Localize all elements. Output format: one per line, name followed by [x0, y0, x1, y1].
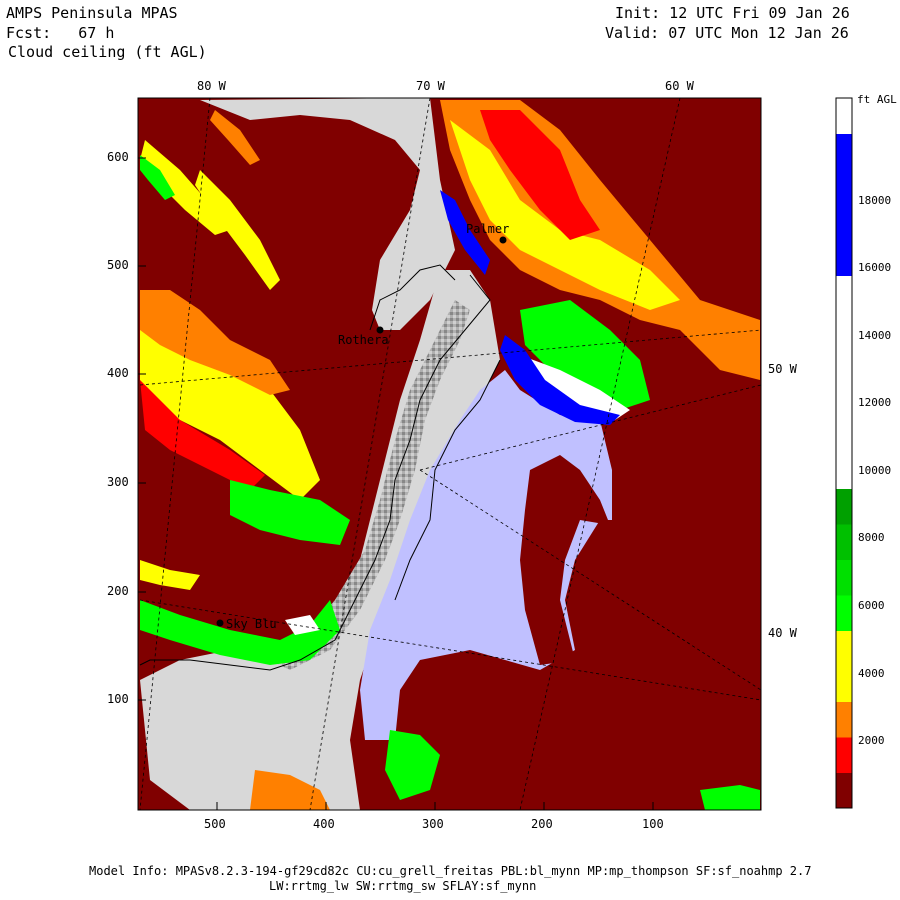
colorbar-unit: ft AGL: [857, 93, 897, 106]
y-tick-200: 200: [107, 584, 129, 598]
x-tick-200: 200: [531, 817, 553, 831]
colorbar-label-10000: 10000: [858, 464, 892, 477]
colorbar-segment: [836, 488, 852, 525]
sky-blu-marker: [216, 619, 224, 627]
colorbar-segment: [836, 311, 852, 347]
lon-label-70w: 70 W: [416, 79, 445, 93]
cloud-ceiling-map: [137, 97, 853, 811]
colorbar-label-4000: 4000: [858, 667, 885, 680]
y-tick-100: 100: [107, 692, 129, 706]
colorbar-segment: [836, 169, 852, 205]
colorbar-label-18000: 18000: [858, 194, 892, 207]
y-tick-300: 300: [107, 475, 129, 489]
colorbar-segment: [836, 737, 852, 773]
colorbar-segment: [836, 204, 852, 241]
lon-label-60w: 60 W: [665, 79, 694, 93]
place-label-rothera: Rothera: [338, 333, 389, 347]
colorbar-label-14000: 14000: [858, 329, 892, 342]
colorbar-label-6000: 6000: [858, 599, 885, 612]
x-tick-100: 100: [642, 817, 664, 831]
colorbar-segment: [836, 559, 852, 596]
colorbar-label-8000: 8000: [858, 531, 885, 544]
lon-label-50w: 50 W: [768, 362, 797, 376]
model-info-line2: LW:rrtmg_lw SW:rrtmg_sw SFLAY:sf_mynn: [269, 879, 537, 893]
colorbar-segment: [836, 346, 852, 383]
colorbar-segment: [836, 524, 852, 560]
place-label-palmer: Palmer: [466, 222, 510, 236]
colorbar-segment: [836, 701, 852, 738]
y-tick-400: 400: [107, 366, 129, 380]
colorbar-segment: [836, 666, 852, 702]
colorbar-segment: [836, 595, 852, 631]
colorbar-segment: [836, 453, 852, 489]
colorbar-segment: [836, 772, 852, 809]
y-tick-500: 500: [107, 258, 129, 272]
place-label-sky-blu: Sky Blu: [226, 617, 277, 631]
colorbar-segment: [836, 417, 852, 454]
x-tick-300: 300: [422, 817, 444, 831]
colorbar-segment: [836, 630, 852, 667]
colorbar-segment: [836, 275, 852, 312]
colorbar-segment: [836, 133, 852, 170]
x-tick-400: 400: [313, 817, 335, 831]
colorbar-label-12000: 12000: [858, 396, 892, 409]
colorbar-segment: [836, 382, 852, 418]
colorbar-segment: [836, 240, 852, 276]
x-tick-500: 500: [204, 817, 226, 831]
colorbar-segment: [836, 98, 852, 134]
colorbar-label-2000: 2000: [858, 734, 885, 747]
lon-label-40w: 40 W: [768, 626, 797, 640]
lon-label-80w: 80 W: [197, 79, 226, 93]
model-info-line1: Model Info: MPASv8.2.3-194-gf29cd82c CU:…: [89, 864, 812, 878]
y-tick-600: 600: [107, 150, 129, 164]
colorbar-label-16000: 16000: [858, 261, 892, 274]
colorbar: [836, 98, 852, 809]
palmer-marker: [499, 236, 507, 244]
